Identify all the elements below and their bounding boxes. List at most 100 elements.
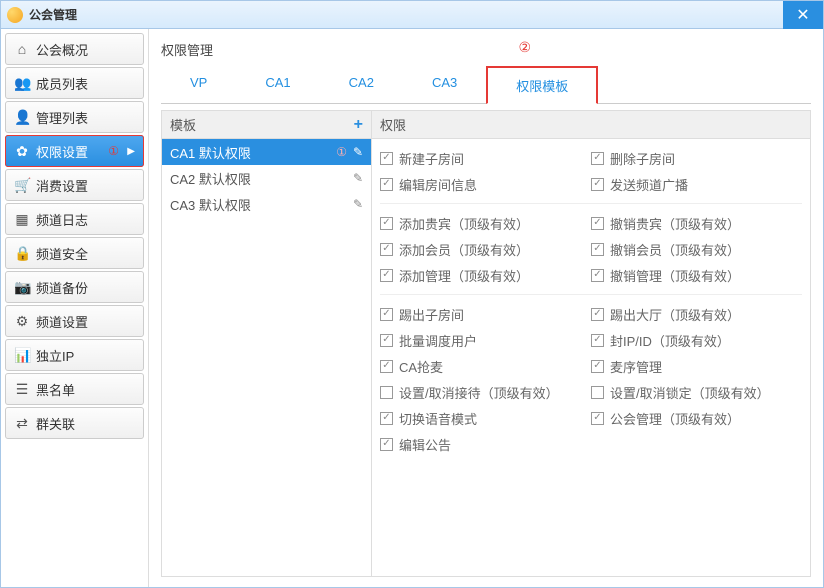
sidebar-item-label: 消费设置 bbox=[36, 176, 88, 195]
checkbox[interactable] bbox=[591, 269, 604, 282]
sidebar-item-2[interactable]: 👤 管理列表 bbox=[5, 101, 144, 133]
permission-label: 踢出大厅（顶级有效） bbox=[610, 305, 740, 324]
template-item-2[interactable]: CA3 默认权限✎ bbox=[162, 191, 371, 217]
tabs: VPCA1CA2CA3权限模板 bbox=[161, 66, 811, 104]
checkbox[interactable] bbox=[380, 269, 393, 282]
main: 权限管理 ② VPCA1CA2CA3权限模板 模板 + CA1 默认权限①✎CA… bbox=[149, 29, 823, 587]
tab-1[interactable]: CA1 bbox=[236, 66, 319, 104]
permission-label: 添加会员（顶级有效） bbox=[399, 240, 529, 259]
sidebar-item-label: 群关联 bbox=[36, 414, 75, 433]
sidebar-item-8[interactable]: ⚙频道设置 bbox=[5, 305, 144, 337]
content: 模板 + CA1 默认权限①✎CA2 默认权限✎CA3 默认权限✎ 权限 新建子… bbox=[161, 110, 811, 577]
permission-item: 批量调度用户 bbox=[380, 327, 591, 353]
permission-item: 删除子房间 bbox=[591, 145, 802, 171]
checkbox[interactable] bbox=[380, 243, 393, 256]
sidebar-icon: ⌂ bbox=[14, 41, 30, 57]
permission-label: 切换语音模式 bbox=[399, 409, 477, 428]
sidebar-item-4[interactable]: 🛒 消费设置 bbox=[5, 169, 144, 201]
tab-4[interactable]: 权限模板 bbox=[486, 66, 598, 104]
container: ⌂公会概况👥成员列表👤管理列表✿权限设置①▶🛒消费设置▦频道日志🔒频道安全📷频道… bbox=[1, 29, 823, 587]
sidebar-item-label: 频道日志 bbox=[36, 210, 88, 229]
sidebar-item-label: 公会概况 bbox=[36, 40, 88, 59]
permission-item: 撤销管理（顶级有效） bbox=[591, 262, 802, 288]
checkbox[interactable] bbox=[591, 178, 604, 191]
checkbox[interactable] bbox=[380, 438, 393, 451]
permission-label: 编辑房间信息 bbox=[399, 175, 477, 194]
checkbox[interactable] bbox=[591, 386, 604, 399]
sidebar-item-label: 管理列表 bbox=[36, 108, 88, 127]
sidebar-item-label: 成员列表 bbox=[36, 74, 88, 93]
checkbox[interactable] bbox=[380, 360, 393, 373]
permission-item: 编辑公告 bbox=[380, 431, 591, 457]
page-title: 权限管理 ② bbox=[161, 35, 811, 66]
pencil-icon[interactable]: ✎ bbox=[353, 197, 363, 211]
checkbox[interactable] bbox=[591, 412, 604, 425]
permission-item: 编辑房间信息 bbox=[380, 171, 591, 197]
permission-item: 撤销贵宾（顶级有效） bbox=[591, 210, 802, 236]
permission-item: 设置/取消接待（顶级有效） bbox=[380, 379, 591, 405]
checkbox[interactable] bbox=[380, 412, 393, 425]
permission-item: 封IP/ID（顶级有效） bbox=[591, 327, 802, 353]
sidebar-item-3[interactable]: ✿权限设置①▶ bbox=[5, 135, 144, 167]
page-title-text: 权限管理 bbox=[161, 43, 213, 58]
permission-label: 删除子房间 bbox=[610, 149, 675, 168]
permission-item: 新建子房间 bbox=[380, 145, 591, 171]
checkbox[interactable] bbox=[380, 386, 393, 399]
checkbox[interactable] bbox=[591, 308, 604, 321]
permission-label: 撤销管理（顶级有效） bbox=[610, 266, 740, 285]
permission-label: 封IP/ID（顶级有效） bbox=[610, 331, 730, 350]
permission-label: 踢出子房间 bbox=[399, 305, 464, 324]
permission-item: 添加贵宾（顶级有效） bbox=[380, 210, 591, 236]
checkbox[interactable] bbox=[591, 217, 604, 230]
permission-label: 撤销会员（顶级有效） bbox=[610, 240, 740, 259]
template-item-label: CA2 默认权限 bbox=[170, 169, 251, 188]
sidebar-item-9[interactable]: 📊独立IP bbox=[5, 339, 144, 371]
permission-label: 编辑公告 bbox=[399, 435, 451, 454]
checkbox[interactable] bbox=[591, 360, 604, 373]
permission-item: 麦序管理 bbox=[591, 353, 802, 379]
sidebar-item-5[interactable]: ▦频道日志 bbox=[5, 203, 144, 235]
checkbox[interactable] bbox=[380, 334, 393, 347]
checkbox[interactable] bbox=[380, 152, 393, 165]
sidebar-item-0[interactable]: ⌂ 公会概况 bbox=[5, 33, 144, 65]
pencil-icon[interactable]: ✎ bbox=[353, 145, 363, 159]
checkbox[interactable] bbox=[591, 243, 604, 256]
sidebar-item-label: 独立IP bbox=[36, 346, 74, 365]
pencil-icon[interactable]: ✎ bbox=[353, 171, 363, 185]
chevron-right-icon: ▶ bbox=[127, 146, 135, 157]
sidebar-item-10[interactable]: ☰黑名单 bbox=[5, 373, 144, 405]
template-item-0[interactable]: CA1 默认权限①✎ bbox=[162, 139, 371, 165]
permission-label: 添加管理（顶级有效） bbox=[399, 266, 529, 285]
tab-2[interactable]: CA2 bbox=[320, 66, 403, 104]
tab-0[interactable]: VP bbox=[161, 66, 236, 104]
sidebar-icon: 👤 bbox=[14, 109, 30, 126]
plus-icon[interactable]: + bbox=[354, 116, 363, 134]
app-icon bbox=[7, 7, 23, 23]
permission-label: 设置/取消接待（顶级有效） bbox=[399, 383, 559, 402]
tab-3[interactable]: CA3 bbox=[403, 66, 486, 104]
sidebar-item-label: 频道安全 bbox=[36, 244, 88, 263]
close-icon[interactable]: ✕ bbox=[783, 1, 823, 29]
template-item-1[interactable]: CA2 默认权限 ✎ bbox=[162, 165, 371, 191]
sidebar-item-label: 频道设置 bbox=[36, 312, 88, 331]
checkbox[interactable] bbox=[380, 217, 393, 230]
annotation-marker-2: ② bbox=[518, 39, 531, 56]
template-panel: 模板 + CA1 默认权限①✎CA2 默认权限✎CA3 默认权限✎ bbox=[162, 111, 372, 576]
sidebar-item-1[interactable]: 👥成员列表 bbox=[5, 67, 144, 99]
permission-label: 添加贵宾（顶级有效） bbox=[399, 214, 529, 233]
sidebar-item-label: 频道备份 bbox=[36, 278, 88, 297]
sidebar-item-7[interactable]: 📷频道备份 bbox=[5, 271, 144, 303]
permission-label: 公会管理（顶级有效） bbox=[610, 409, 740, 428]
checkbox[interactable] bbox=[380, 308, 393, 321]
checkbox[interactable] bbox=[380, 178, 393, 191]
annotation-marker-1: ① bbox=[108, 144, 119, 158]
sidebar-icon: ☰ bbox=[14, 381, 30, 398]
checkbox[interactable] bbox=[591, 152, 604, 165]
sidebar-item-11[interactable]: ⇄群关联 bbox=[5, 407, 144, 439]
sidebar-icon: 🛒 bbox=[14, 177, 30, 194]
checkbox[interactable] bbox=[591, 334, 604, 347]
permission-item: 公会管理（顶级有效） bbox=[591, 405, 802, 431]
sidebar-item-6[interactable]: 🔒频道安全 bbox=[5, 237, 144, 269]
permission-item: 踢出子房间 bbox=[380, 301, 591, 327]
permission-body: 新建子房间删除子房间编辑房间信息发送频道广播添加贵宾（顶级有效）撤销贵宾（顶级有… bbox=[372, 139, 810, 576]
